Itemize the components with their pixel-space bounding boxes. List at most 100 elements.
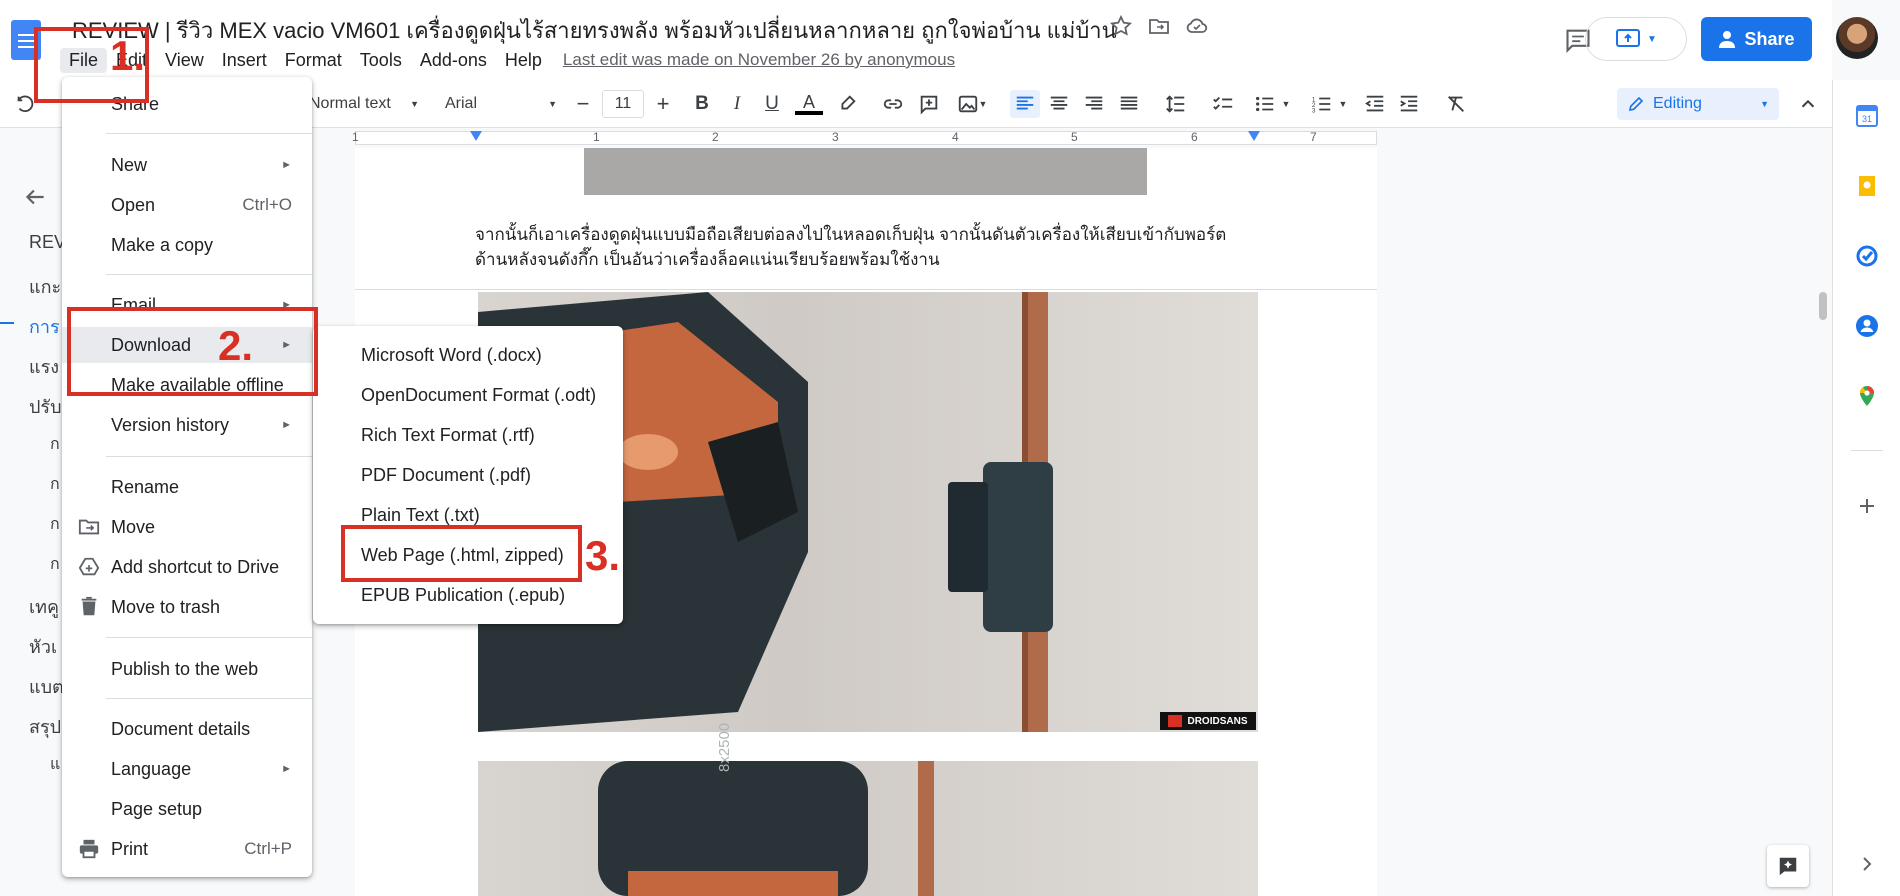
chevron-down-icon: ▼ [1760,99,1769,109]
increase-font-size-icon[interactable]: + [652,90,674,118]
menu-item-label: Move to trash [111,596,221,617]
bold-icon[interactable]: B [690,90,714,118]
menu-item-publish[interactable]: Publish to the web [62,651,312,687]
align-justify-icon[interactable] [1116,90,1142,118]
explore-button[interactable] [1767,845,1809,887]
hide-menus-chevron-up-icon[interactable] [1796,90,1820,118]
outline-subitem[interactable]: แ [50,752,60,777]
menu-item-move-trash[interactable]: Move to trash [62,589,312,625]
outline-item[interactable]: REV [29,232,66,253]
menu-view[interactable]: View [156,48,213,73]
menu-item-add-shortcut[interactable]: Add shortcut to Drive [62,549,312,585]
vacuum-photo-second[interactable] [478,761,1258,896]
download-odt[interactable]: OpenDocument Format (.odt) [313,377,623,413]
user-avatar[interactable] [1836,17,1878,59]
menu-item-version-history[interactable]: Version history ► [62,407,312,443]
document-paragraph[interactable]: จากนั้นก็เอาเครื่องดูดฝุ่นแบบมือถือเสียบ… [475,222,1275,272]
menu-item-label: Move [111,516,156,537]
bulleted-list-icon[interactable]: ▼ [1250,90,1294,118]
align-right-icon[interactable] [1081,90,1107,118]
last-edit-link[interactable]: Last edit was made on November 26 by ano… [563,50,955,70]
editing-mode-dropdown[interactable]: Editing ▼ [1617,88,1779,120]
product-label: 8x2500 [716,722,733,772]
menu-item-label: Make a copy [111,234,214,255]
menu-item-make-copy[interactable]: Make a copy [62,227,312,263]
outline-item[interactable]: เทคู [29,592,59,621]
contacts-icon[interactable] [1855,314,1879,338]
outline-subitem[interactable]: ก [50,472,60,497]
decrease-font-size-icon[interactable]: − [572,90,594,118]
menu-item-move[interactable]: Move [62,509,312,545]
increase-indent-icon[interactable] [1396,90,1422,118]
outline-subitem[interactable]: ก [50,432,60,457]
decrease-indent-icon[interactable] [1362,90,1388,118]
menu-item-label: Document details [111,718,251,739]
highlight-color-icon[interactable] [835,90,859,118]
maps-icon[interactable] [1855,384,1879,408]
align-left-icon[interactable] [1010,90,1040,118]
align-center-icon[interactable] [1046,90,1072,118]
menu-item-label: Page setup [111,798,203,819]
numbered-list-icon[interactable]: 1 2 3 ▼ [1307,90,1351,118]
font-size-input[interactable]: 11 [602,90,644,118]
outline-item[interactable]: ปรับ [29,392,62,421]
menu-addons[interactable]: Add-ons [411,48,496,73]
line-spacing-icon[interactable] [1163,90,1189,118]
move-to-folder-icon[interactable] [1147,14,1171,38]
underline-icon[interactable]: U [760,90,784,118]
side-panel-divider [1851,450,1883,451]
cloud-status-icon[interactable] [1185,14,1209,38]
paragraph-style-dropdown[interactable]: Normal text ▼ [309,90,419,118]
menu-help[interactable]: Help [496,48,551,73]
menu-item-language[interactable]: Language ► [62,751,312,787]
outline-item[interactable]: แกะ [29,272,61,301]
side-panel: 31 [1832,80,1900,896]
document-title[interactable]: REVIEW | รีวิว MEX vacio VM601 เครื่องดู… [72,13,1117,48]
calendar-icon[interactable]: 31 [1855,104,1879,128]
text-color-icon[interactable]: A [794,90,824,118]
outline-subitem[interactable]: ก [50,552,60,577]
checklist-icon[interactable] [1210,90,1236,118]
download-epub[interactable]: EPUB Publication (.epub) [313,577,623,613]
clear-formatting-icon[interactable] [1443,90,1469,118]
undo-icon[interactable] [14,90,36,118]
font-dropdown[interactable]: Arial ▼ [445,90,557,118]
paragraph-line: จากนั้นก็เอาเครื่องดูดฝุ่นแบบมือถือเสียบ… [475,225,1227,244]
insert-image-icon[interactable]: ▼ [952,90,992,118]
outline-item[interactable]: สรุป [29,712,61,741]
menu-insert[interactable]: Insert [213,48,276,73]
show-side-panel-chevron-icon[interactable] [1855,852,1879,876]
get-addons-plus-icon[interactable] [1855,494,1879,518]
menu-item-open[interactable]: Open Ctrl+O [62,187,312,223]
outline-subitem[interactable]: ก [50,512,60,537]
outline-item[interactable]: หัวเ [29,632,57,661]
share-button[interactable]: Share [1701,17,1812,61]
present-button[interactable]: ▼ [1585,17,1687,61]
menu-item-page-setup[interactable]: Page setup [62,791,312,827]
share-label: Share [1744,28,1795,49]
document-image-top[interactable] [584,148,1147,195]
menu-item-rename[interactable]: Rename [62,469,312,505]
keep-icon[interactable] [1855,174,1879,198]
outline-item[interactable]: แบต [29,672,64,701]
menu-item-print[interactable]: Print Ctrl+P [62,831,312,867]
menu-item-details[interactable]: Document details [62,711,312,747]
download-rtf[interactable]: Rich Text Format (.rtf) [313,417,623,453]
back-arrow-icon[interactable] [22,184,48,210]
outline-active-marker [0,322,14,324]
outline-item-active[interactable]: การ [29,312,60,341]
download-docx[interactable]: Microsoft Word (.docx) [313,337,623,373]
insert-link-icon[interactable] [880,90,906,118]
add-comment-icon[interactable] [917,90,941,118]
menu-format[interactable]: Format [276,48,351,73]
italic-icon[interactable]: I [725,90,749,118]
file-menu: Share New ► Open Ctrl+O Make a copy Email ►… [62,77,312,877]
drive-shortcut-icon [78,557,100,576]
outline-item[interactable]: แรง [29,352,59,381]
vertical-scrollbar-thumb[interactable] [1819,292,1827,320]
menu-tools[interactable]: Tools [351,48,411,73]
tasks-icon[interactable] [1855,244,1879,268]
star-icon[interactable] [1109,14,1133,38]
menu-item-new[interactable]: New ► [62,147,312,183]
download-pdf[interactable]: PDF Document (.pdf) [313,457,623,493]
